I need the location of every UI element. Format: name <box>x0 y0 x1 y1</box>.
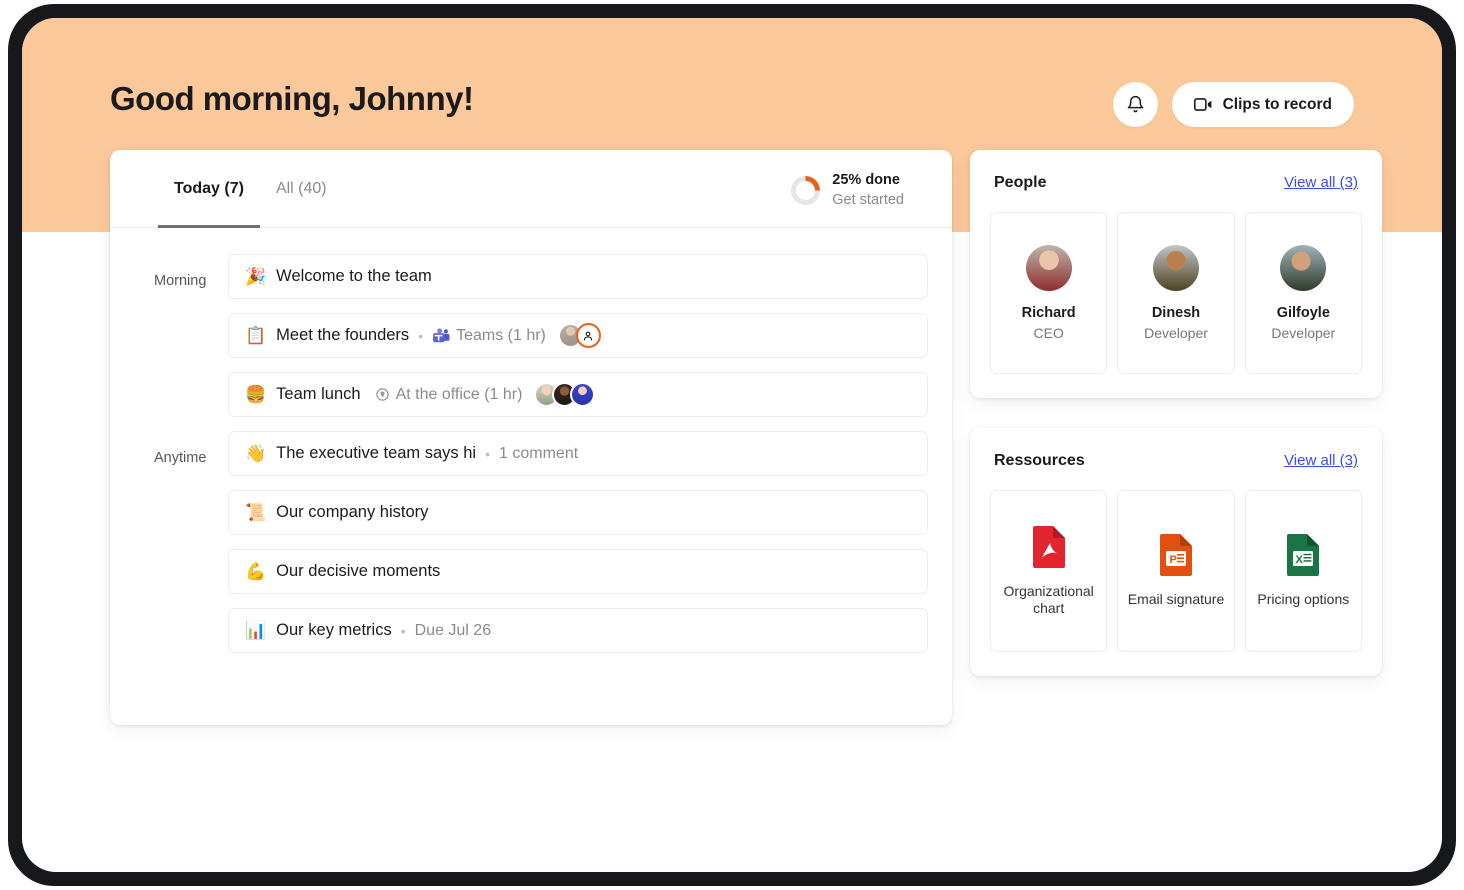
meta-separator: • <box>400 622 406 639</box>
resource-label: Organizational chart <box>1003 582 1094 617</box>
task-meta-label: Teams (1 hr) <box>456 326 546 344</box>
task-title: Our company history <box>276 503 429 521</box>
flexed-biceps-icon: 💪 <box>245 562 267 581</box>
tab-today[interactable]: Today (7) <box>158 150 260 228</box>
resources-panel-title: Ressources <box>994 452 1085 469</box>
person-card[interactable]: Richard CEO <box>990 212 1108 374</box>
tasks-card: Today (7) All (40) 25% done Get started … <box>110 150 952 725</box>
avatar <box>570 382 596 407</box>
task-title: Meet the founders <box>276 326 410 344</box>
resources-panel: Ressources View all (3) Organizational c… <box>970 428 1382 676</box>
party-popper-icon: 🎉 <box>245 267 267 286</box>
meta-separator: • <box>418 327 424 344</box>
app-screen: Good morning, Johnny! Clips to record To… <box>22 18 1442 872</box>
progress-percent-label: 25% done <box>832 172 900 188</box>
device-bezel: Good morning, Johnny! Clips to record To… <box>8 4 1456 886</box>
task-meta-label: 1 comment <box>499 444 579 462</box>
scroll-icon: 📜 <box>245 503 267 522</box>
microsoft-teams-icon <box>432 327 450 344</box>
header-actions: Clips to record <box>1112 82 1354 127</box>
task-row[interactable]: 🍔 Team lunch At the office (1 hr) <box>228 372 928 417</box>
tab-all-label: All (40) <box>275 179 327 197</box>
resource-card[interactable]: X Pricing options <box>1244 490 1362 652</box>
people-view-all-link[interactable]: View all (3) <box>1284 174 1358 191</box>
person-role: CEO <box>1033 325 1064 341</box>
task-row[interactable]: 👋 The executive team says hi • 1 comment <box>228 431 928 476</box>
powerpoint-file-icon: P <box>1158 533 1194 577</box>
task-row[interactable]: 📜 Our company history <box>228 490 928 535</box>
progress-sub-label: Get started <box>832 191 904 208</box>
excel-file-icon: X <box>1285 533 1321 577</box>
avatar <box>1152 245 1199 291</box>
clips-to-record-button[interactable]: Clips to record <box>1171 82 1354 127</box>
location-pin-icon <box>375 387 390 402</box>
meta-separator: • <box>485 445 491 462</box>
task-row[interactable]: 📋 Meet the founders • Teams (1 hr) <box>228 313 928 358</box>
resource-label: Email signature <box>1127 591 1225 608</box>
resource-card[interactable]: Organizational chart <box>990 490 1108 652</box>
task-row[interactable]: 🎉 Welcome to the team <box>228 254 928 299</box>
task-meta: At the office (1 hr) <box>375 385 523 404</box>
task-title: Team lunch <box>276 385 361 403</box>
task-row[interactable]: 📊 Our key metrics • Due Jul 26 <box>228 608 928 653</box>
pdf-file-icon <box>1031 525 1067 569</box>
svg-text:P: P <box>1169 554 1176 566</box>
video-clip-icon <box>1193 97 1213 112</box>
task-title: Our key metrics <box>276 621 392 639</box>
task-group-anytime: Anytime 👋 The executive team says hi • 1… <box>110 431 952 667</box>
person-card[interactable]: Gilfoyle Developer <box>1244 212 1362 374</box>
people-grid: Richard CEO Dinesh Developer Gilfoyle De… <box>990 212 1362 374</box>
task-meta: Teams (1 hr) <box>432 327 546 345</box>
resource-card[interactable]: P Email signature <box>1117 490 1235 652</box>
people-panel-title: People <box>994 174 1047 191</box>
notifications-button[interactable] <box>1112 82 1158 127</box>
task-title: The executive team says hi <box>276 444 477 462</box>
page-title: Good morning, Johnny! <box>110 80 474 117</box>
onboarding-progress[interactable]: 25% done Get started <box>791 171 904 210</box>
people-panel: People View all (3) Richard CEO Dinesh D… <box>970 150 1382 398</box>
resources-grid: Organizational chart P Email signature X… <box>990 490 1362 652</box>
person-role: Developer <box>1271 325 1336 341</box>
progress-ring-icon <box>791 176 821 206</box>
task-group-rows: 🎉 Welcome to the team 📋 Meet the founder… <box>228 254 952 431</box>
avatar <box>1025 245 1072 291</box>
task-avatars[interactable] <box>534 382 596 407</box>
person-role: Developer <box>1144 325 1208 341</box>
task-meta-label: Due Jul 26 <box>414 621 492 639</box>
bell-icon <box>1126 95 1145 114</box>
task-title: Welcome to the team <box>276 267 432 285</box>
hamburger-icon: 🍔 <box>245 385 267 404</box>
task-row[interactable]: 💪 Our decisive moments <box>228 549 928 594</box>
tabs-row: Today (7) All (40) 25% done Get started <box>110 150 952 228</box>
resource-label: Pricing options <box>1257 591 1350 608</box>
person-name: Richard <box>1021 305 1076 321</box>
task-group-rows: 👋 The executive team says hi • 1 comment… <box>228 431 952 667</box>
person-name: Dinesh <box>1151 305 1201 321</box>
waving-hand-icon: 👋 <box>245 444 267 463</box>
task-group-label: Anytime <box>154 450 207 466</box>
clipboard-icon: 📋 <box>245 326 267 345</box>
task-group-label: Morning <box>154 273 207 289</box>
task-title: Our decisive moments <box>276 562 441 580</box>
task-list: Morning 🎉 Welcome to the team 📋 Meet the… <box>110 228 952 667</box>
person-card[interactable]: Dinesh Developer <box>1117 212 1235 374</box>
resources-view-all-link[interactable]: View all (3) <box>1284 452 1358 469</box>
bar-chart-icon: 📊 <box>245 621 267 640</box>
task-group-morning: Morning 🎉 Welcome to the team 📋 Meet the… <box>110 254 952 431</box>
tab-all[interactable]: All (40) <box>260 150 343 228</box>
people-panel-head: People View all (3) <box>990 174 1362 192</box>
tab-today-label: Today (7) <box>174 179 244 197</box>
svg-text:X: X <box>1296 554 1304 566</box>
right-column: People View all (3) Richard CEO Dinesh D… <box>970 150 1382 706</box>
progress-text: 25% done Get started <box>832 171 904 210</box>
task-avatars[interactable] <box>557 323 601 348</box>
avatar <box>1280 245 1327 291</box>
add-person-avatar[interactable] <box>575 323 601 348</box>
person-name: Gilfoyle <box>1276 305 1330 321</box>
clips-to-record-label: Clips to record <box>1222 95 1332 113</box>
task-meta-label: At the office (1 hr) <box>395 385 523 403</box>
resources-panel-head: Ressources View all (3) <box>990 452 1362 470</box>
